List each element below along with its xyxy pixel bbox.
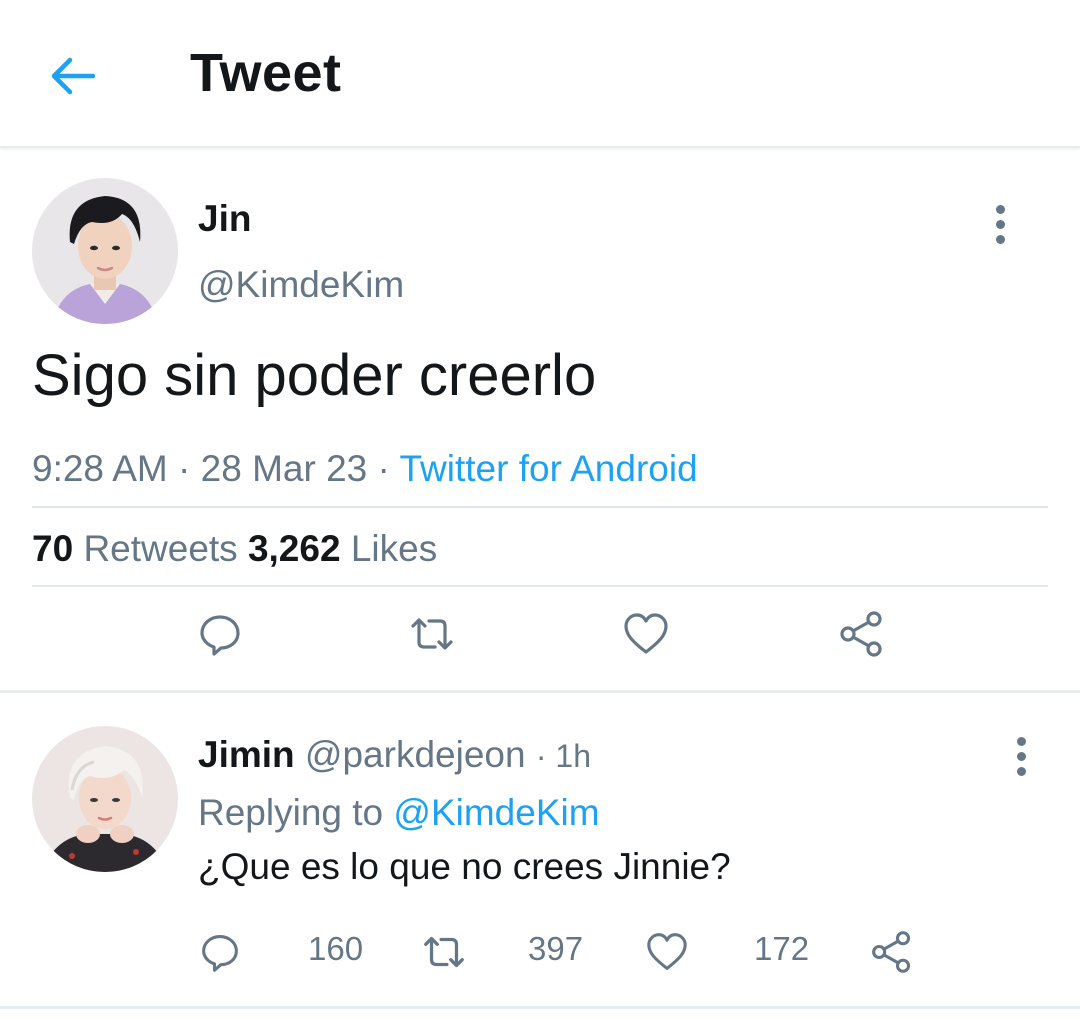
- arrow-left-icon: [51, 57, 95, 95]
- reply-author-name[interactable]: Jimin: [198, 734, 295, 775]
- comment-icon: [202, 935, 238, 972]
- tweet-date: 28 Mar 23: [200, 448, 368, 489]
- comment-icon: [200, 615, 240, 656]
- more-vertical-icon: [1016, 736, 1026, 746]
- tweet-text: Sigo sin poder creerlo: [32, 343, 597, 408]
- reply-header: Jimin @parkdejeon · 1h: [198, 734, 591, 776]
- page-title: Tweet: [190, 43, 342, 103]
- reply-text: ¿Que es lo que no crees Jinnie?: [198, 846, 731, 887]
- divider: [32, 506, 1048, 508]
- divider: [0, 1006, 1080, 1009]
- likes-label[interactable]: Likes: [351, 528, 437, 569]
- reply-share-button[interactable]: [870, 924, 914, 980]
- tweet-source-link[interactable]: Twitter for Android: [399, 448, 697, 489]
- author-handle[interactable]: @KimdeKim: [198, 264, 404, 306]
- retweets-count[interactable]: 70: [32, 528, 73, 569]
- like-button[interactable]: [616, 604, 676, 664]
- retweets-label[interactable]: Retweets: [83, 528, 237, 569]
- tweet-stats: 70 Retweets 3,262 Likes: [32, 528, 437, 570]
- reply-more-options-button[interactable]: [1001, 726, 1041, 786]
- reply-time: · 1h: [535, 738, 591, 774]
- heart-icon: [647, 933, 687, 970]
- retweet-icon: [424, 936, 464, 968]
- replying-label: Replying to: [198, 792, 384, 833]
- reply-reply-button[interactable]: [200, 924, 240, 980]
- reply-button[interactable]: [190, 604, 250, 664]
- meta-separator: ·: [167, 448, 201, 489]
- share-button[interactable]: [832, 604, 892, 664]
- share-icon: [840, 611, 882, 657]
- author-avatar[interactable]: [32, 178, 178, 324]
- reply-retweet-count: 397: [528, 930, 584, 967]
- section-divider: [0, 690, 1080, 693]
- reply-author-avatar[interactable]: [32, 726, 178, 872]
- replying-mention-link[interactable]: @KimdeKim: [393, 792, 599, 833]
- heart-icon: [624, 613, 668, 654]
- reply-like-count: 172: [754, 930, 810, 967]
- meta-separator: ·: [367, 448, 400, 489]
- tweet-time: 9:28 AM: [32, 448, 168, 489]
- retweet-button[interactable]: [402, 604, 462, 664]
- reply-retweet-button[interactable]: [420, 924, 468, 980]
- author-name[interactable]: Jin: [198, 198, 251, 240]
- more-options-button[interactable]: [980, 194, 1020, 254]
- share-icon: [872, 931, 911, 973]
- retweet-icon: [411, 618, 453, 650]
- more-vertical-icon: [995, 204, 1005, 214]
- tweet-meta: 9:28 AM · 28 Mar 23 · Twitter for Androi…: [32, 448, 698, 490]
- top-bar: Tweet: [0, 0, 1080, 148]
- reply-author-handle[interactable]: @parkdejeon: [305, 734, 526, 775]
- divider: [32, 585, 1048, 587]
- likes-count[interactable]: 3,262: [248, 528, 341, 569]
- back-button[interactable]: [44, 48, 100, 104]
- reply-like-button[interactable]: [646, 924, 688, 980]
- replying-to-line: Replying to @KimdeKim: [198, 792, 600, 834]
- reply-reply-count: 160: [308, 930, 364, 967]
